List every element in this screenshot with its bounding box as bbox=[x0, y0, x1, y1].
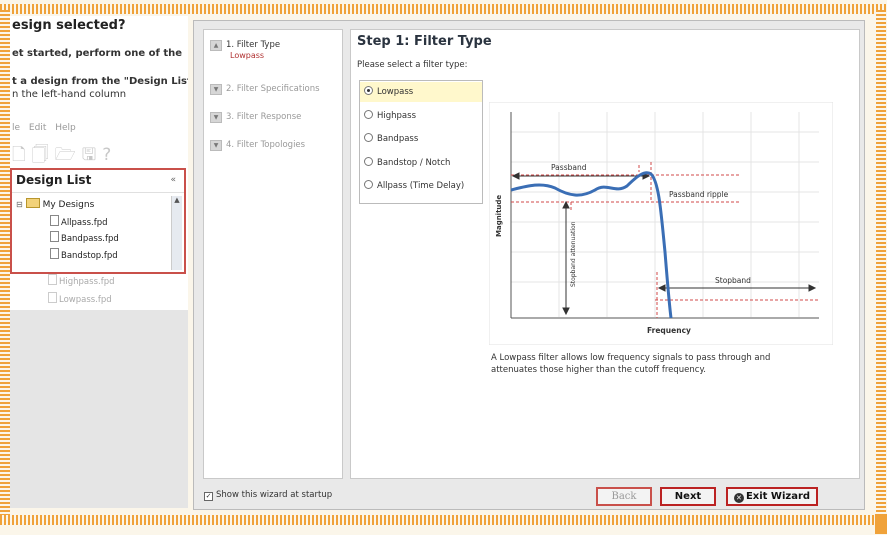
top-dashed-border bbox=[0, 4, 887, 14]
step-collapsed-icon: ▼ bbox=[210, 112, 222, 123]
step-label: 2. Filter Specifications bbox=[226, 84, 320, 94]
exit-wizard-label: Exit Wizard bbox=[745, 491, 811, 502]
radio-icon bbox=[364, 180, 373, 189]
step-filter-specifications[interactable]: ▼ 2. Filter Specifications bbox=[210, 84, 320, 95]
scroll-up-icon[interactable]: ▲ bbox=[172, 196, 182, 204]
step-prompt: Please select a filter type: bbox=[357, 60, 468, 70]
radio-icon bbox=[364, 133, 373, 142]
design-item[interactable]: Bandpass.fpd bbox=[50, 231, 119, 244]
design-item-label: Lowpass.fpd bbox=[59, 295, 112, 305]
document-icon bbox=[50, 231, 59, 242]
lowpass-response-diagram: Passband Passband ripple Stopband attenu… bbox=[489, 102, 833, 345]
left-pane-line-1: et started, perform one of the bbox=[12, 48, 183, 59]
next-button[interactable]: Next bbox=[660, 487, 716, 506]
document-icon bbox=[48, 274, 57, 285]
option-highpass[interactable]: Highpass bbox=[364, 110, 416, 121]
design-item-label: Allpass.fpd bbox=[61, 218, 108, 228]
option-label: Allpass (Time Delay) bbox=[377, 181, 465, 191]
wizard-content-panel: Step 1: Filter Type Please select a filt… bbox=[350, 29, 860, 479]
exit-wizard-button[interactable]: ✕ Exit Wizard bbox=[726, 487, 818, 506]
document-icon bbox=[48, 292, 57, 303]
passband-label: Passband bbox=[551, 163, 587, 172]
help-icon[interactable]: ? bbox=[102, 145, 117, 165]
tree-root-my-designs[interactable]: ⊟ My Designs bbox=[16, 198, 94, 210]
document-icon bbox=[50, 215, 59, 226]
open-folder-icon[interactable]: 🗁 bbox=[55, 145, 82, 165]
copy-icon[interactable]: 🗍 bbox=[32, 145, 55, 165]
folder-icon bbox=[25, 198, 40, 208]
design-item[interactable]: Allpass.fpd bbox=[50, 215, 107, 228]
option-bandpass[interactable]: Bandpass bbox=[364, 133, 418, 144]
menu-edit[interactable]: Edit bbox=[29, 123, 46, 133]
design-list-header: Design List « bbox=[12, 170, 184, 193]
design-list-overflow: Highpass.fpd Lowpass.fpd bbox=[10, 274, 188, 310]
menu-file[interactable]: le bbox=[12, 123, 20, 133]
design-list-title: Design List bbox=[16, 173, 92, 187]
step-collapsed-icon: ▼ bbox=[210, 84, 222, 95]
option-label: Bandpass bbox=[377, 134, 419, 144]
collapse-icon[interactable]: « bbox=[170, 175, 176, 185]
menu-help[interactable]: Help bbox=[55, 123, 76, 133]
step-title: Step 1: Filter Type bbox=[357, 34, 492, 49]
passband-ripple-label: Passband ripple bbox=[669, 190, 729, 199]
checkbox-checked-icon[interactable]: ✓ bbox=[204, 492, 213, 501]
design-list-panel: Design List « ⊟ My Designs Allpass.fpd B… bbox=[10, 168, 186, 274]
option-lowpass[interactable]: Lowpass bbox=[360, 82, 482, 102]
show-at-startup-option[interactable]: ✓ Show this wizard at startup bbox=[204, 490, 332, 501]
step-filter-topologies[interactable]: ▼ 4. Filter Topologies bbox=[210, 140, 305, 151]
step-selected-value: Lowpass bbox=[230, 51, 265, 60]
design-item[interactable]: Highpass.fpd bbox=[48, 274, 114, 287]
corner-marker bbox=[875, 514, 887, 534]
new-file-icon[interactable]: 🗋 bbox=[12, 145, 32, 165]
exit-icon: ✕ bbox=[733, 493, 744, 503]
design-item-label: Bandpass.fpd bbox=[61, 234, 119, 244]
step-expanded-icon: ▲ bbox=[210, 40, 222, 51]
menu-bar: le Edit Help bbox=[12, 123, 76, 133]
left-pane-line-2: t a design from the "Design List" bbox=[12, 76, 188, 87]
option-allpass[interactable]: Allpass (Time Delay) bbox=[364, 180, 464, 191]
toolbar: 🗋🗍🗁🖫? bbox=[12, 142, 117, 171]
left-dashed-border bbox=[0, 10, 10, 515]
show-at-startup-label: Show this wizard at startup bbox=[216, 490, 333, 500]
option-bandstop[interactable]: Bandstop / Notch bbox=[364, 157, 450, 168]
step-label: 4. Filter Topologies bbox=[226, 140, 306, 150]
design-item-label: Bandstop.fpd bbox=[61, 251, 118, 261]
back-button[interactable]: Back bbox=[596, 487, 652, 506]
design-item[interactable]: Lowpass.fpd bbox=[48, 292, 112, 305]
document-icon bbox=[50, 248, 59, 259]
step-label: 1. Filter Type bbox=[226, 40, 281, 50]
left-pane-empty-area bbox=[10, 310, 188, 508]
design-item-label: Highpass.fpd bbox=[59, 277, 115, 287]
save-icon[interactable]: 🖫 bbox=[82, 145, 102, 165]
option-label: Highpass bbox=[377, 111, 416, 121]
option-label: Lowpass bbox=[377, 87, 414, 97]
y-axis-label: Magnitude bbox=[495, 195, 503, 237]
right-dashed-border bbox=[876, 10, 886, 515]
filter-wizard: ▲ 1. Filter Type Lowpass ▼ 2. Filter Speci… bbox=[193, 20, 865, 510]
expand-icon[interactable]: ⊟ bbox=[16, 200, 23, 209]
option-label: Bandstop / Notch bbox=[377, 158, 451, 168]
stopband-label: Stopband bbox=[715, 276, 751, 285]
design-list-scrollbar[interactable]: ▲ bbox=[171, 196, 182, 270]
x-axis-label: Frequency bbox=[647, 326, 691, 335]
wizard-steps-panel: ▲ 1. Filter Type Lowpass ▼ 2. Filter Speci… bbox=[203, 29, 343, 479]
radio-selected-icon bbox=[364, 86, 373, 95]
step-filter-type[interactable]: ▲ 1. Filter Type Lowpass bbox=[210, 40, 281, 60]
filter-description: A Lowpass filter allows low frequency si… bbox=[491, 353, 771, 375]
step-collapsed-icon: ▼ bbox=[210, 140, 222, 151]
stopband-attenuation-label: Stopband attenuation bbox=[570, 221, 577, 287]
step-filter-response[interactable]: ▼ 3. Filter Response bbox=[210, 112, 301, 123]
step-label: 3. Filter Response bbox=[226, 112, 302, 122]
radio-icon bbox=[364, 110, 373, 119]
tree-root-label: My Designs bbox=[42, 200, 95, 210]
left-pane-line-3: n the left-hand column bbox=[12, 89, 127, 100]
left-pane-title: esign selected? bbox=[12, 18, 126, 33]
radio-icon bbox=[364, 157, 373, 166]
bottom-dashed-border bbox=[0, 515, 887, 525]
left-pane: esign selected? et started, perform one … bbox=[10, 16, 188, 508]
filter-type-options: Lowpass Highpass Bandpass Bandstop / Not… bbox=[359, 80, 483, 204]
design-item[interactable]: Bandstop.fpd bbox=[50, 248, 118, 261]
